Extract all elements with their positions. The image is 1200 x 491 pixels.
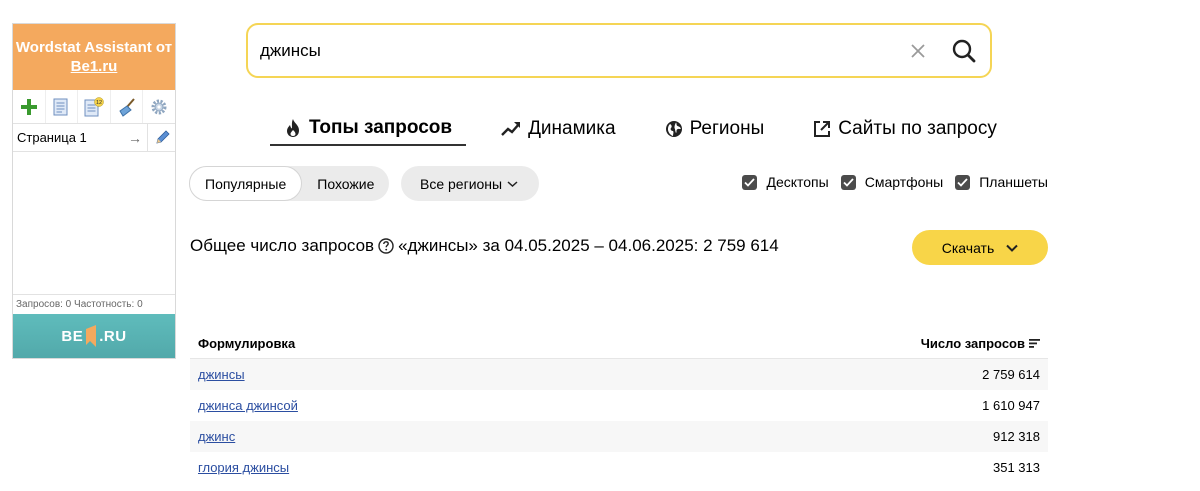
view-tabs: Топы запросов Динамика Регионы Сайты по … [270,117,1046,146]
fire-icon [287,119,299,137]
phrase-link[interactable]: джинсы [198,367,245,382]
arrow-right-icon[interactable]: → [123,130,147,146]
checkbox-smartphones[interactable]: Смартфоны [840,174,944,190]
page-name[interactable]: Страница 1 [13,130,123,145]
clear-search-button[interactable] [898,43,938,59]
widget-stats: Запросов: 0 Частотность: 0 [13,294,175,314]
widget-title-link[interactable]: Be1.ru [13,57,175,76]
checkbox-label: Смартфоны [864,174,944,190]
mode-switch: Популярные Похожие [189,166,390,201]
search-button[interactable] [938,38,990,64]
query-count: 2 759 614 [982,367,1040,382]
document-badge-button[interactable]: 12 [78,90,111,123]
queries-table: Формулировка Число запросов джинсы 2 759… [190,328,1048,483]
chevron-down-icon [507,180,518,187]
download-button[interactable]: Скачать [912,230,1048,265]
query-count: 1 610 947 [982,398,1040,413]
document-badge-icon: 12 [84,96,104,116]
checkbox-checked-icon[interactable] [840,174,856,190]
edit-page-button[interactable] [147,124,175,151]
table-row: джинса джинсой 1 610 947 [190,390,1048,421]
phrase-link[interactable]: джинс [198,429,235,444]
query-summary: Общее число запросов «джинсы» за 04.05.2… [190,236,779,256]
summary-text: «джинсы» за 04.05.2025 – 04.06.2025: 2 7… [398,236,779,255]
phrase-link[interactable]: джинса джинсой [198,398,298,413]
column-header-phrase: Формулировка [198,335,296,351]
checkbox-desktops[interactable]: Десктопы [742,174,829,190]
wordstat-assistant-widget: Wordstat Assistant от Be1.ru 12 Страница… [12,23,176,359]
search-bar [246,23,992,78]
tab-label: Сайты по запросу [838,118,997,139]
query-count: 912 318 [993,429,1040,444]
widget-phrase-list [13,152,175,294]
clear-button[interactable] [111,90,144,123]
pencil-icon [155,129,170,144]
close-icon [911,43,925,58]
query-count: 351 313 [993,460,1040,475]
table-row: глория джинсы 351 313 [190,452,1048,483]
summary-prefix: Общее число запросов [190,236,375,255]
similar-button[interactable]: Похожие [302,166,389,201]
logo-text-left: BE [61,327,84,345]
table-body: джинсы 2 759 614 джинса джинсой 1 610 94… [190,359,1048,483]
checkbox-tablets[interactable]: Планшеты [955,174,1048,190]
column-header-count[interactable]: Число запросов [921,336,1040,351]
device-filters: Десктопы Смартфоны Планшеты [730,174,1048,190]
globe-icon [665,121,682,137]
region-select[interactable]: Все регионы [401,166,540,201]
checkbox-label: Десктопы [766,174,829,190]
download-label: Скачать [941,239,995,256]
tab-regions[interactable]: Регионы [665,118,779,146]
checkbox-checked-icon[interactable] [955,174,971,190]
tab-top-queries[interactable]: Топы запросов [270,117,467,146]
trend-icon [501,122,521,136]
table-header: Формулировка Число запросов [190,328,1048,359]
tab-label: Динамика [528,118,616,139]
chevron-down-icon [1006,244,1018,252]
help-icon[interactable] [378,238,394,254]
tab-dynamics[interactable]: Динамика [501,118,630,146]
logo-text-right: .RU [99,327,127,345]
table-row: джинс 912 318 [190,421,1048,452]
svg-text:12: 12 [96,100,102,106]
settings-button[interactable] [143,90,175,123]
search-input[interactable] [248,25,898,76]
table-row: джинсы 2 759 614 [190,359,1048,390]
region-select-label: Все регионы [420,175,503,192]
document-icon [53,98,68,115]
tab-label: Регионы [689,118,765,139]
add-button[interactable] [13,90,46,123]
search-icon [952,39,976,62]
sort-icon [1029,338,1040,348]
column-header-count-label: Число запросов [920,335,1025,351]
be1-logo[interactable]: BE .RU [13,314,175,358]
checkbox-label: Планшеты [979,174,1048,190]
widget-title: Wordstat Assistant от [15,39,173,56]
tab-label: Топы запросов [309,117,453,138]
logo-mark-icon [86,325,97,347]
external-link-icon [814,121,831,137]
phrase-link[interactable]: глория джинсы [198,460,289,475]
widget-toolbar: 12 [13,90,175,124]
tab-sites[interactable]: Сайты по запросу [813,118,1011,146]
broom-icon [118,97,135,117]
popular-button[interactable]: Популярные [189,166,303,201]
widget-page-row: Страница 1 → [13,124,175,152]
checkbox-checked-icon[interactable] [742,174,758,190]
gear-icon [151,99,167,114]
widget-header: Wordstat Assistant от Be1.ru [13,24,175,90]
plus-icon [20,98,37,115]
document-button[interactable] [46,90,79,123]
